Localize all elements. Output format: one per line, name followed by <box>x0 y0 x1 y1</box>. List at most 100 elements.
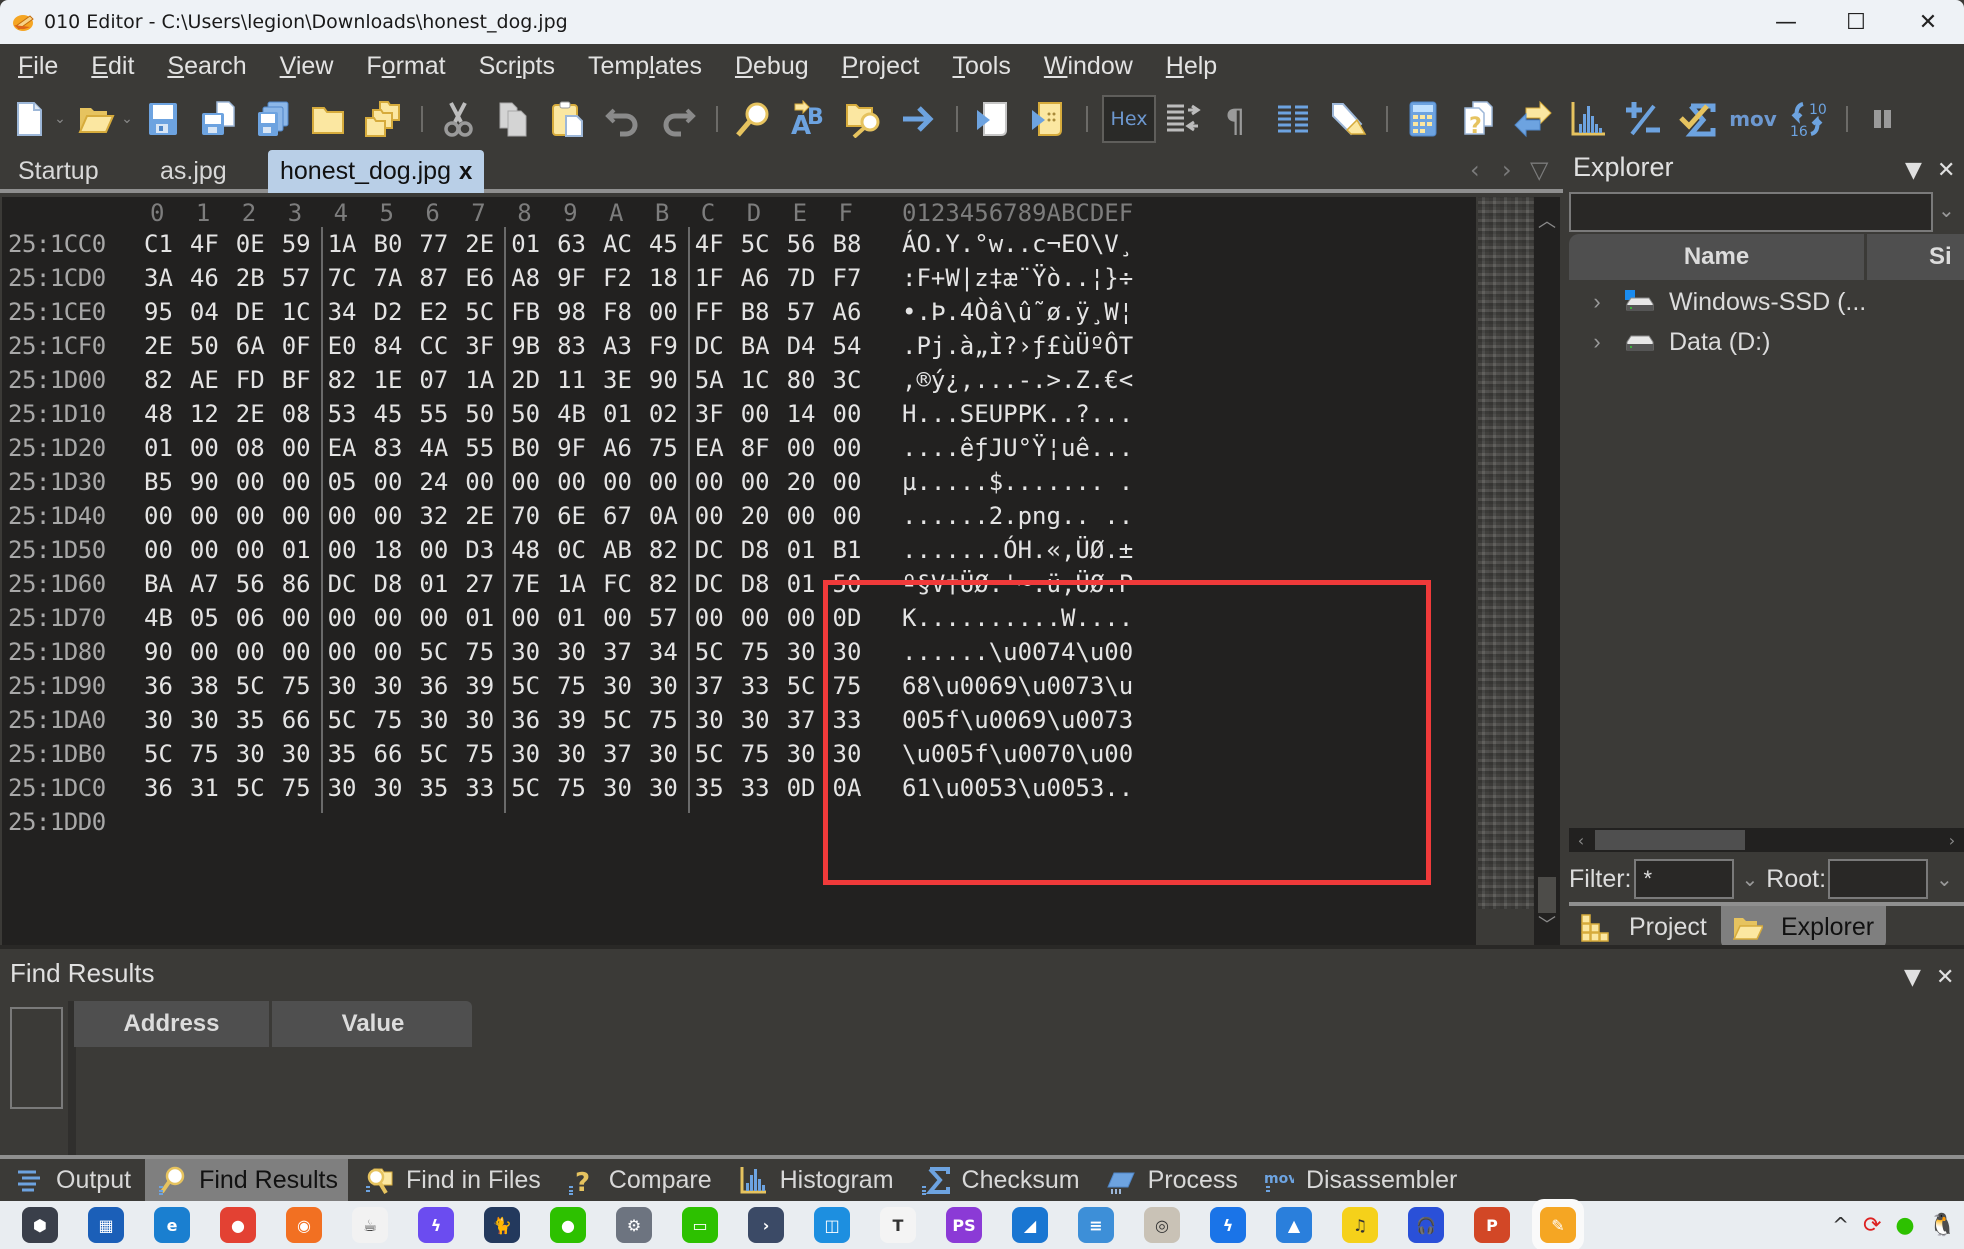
hex-byte[interactable]: 67 <box>603 499 637 533</box>
menu-file[interactable]: File <box>8 52 68 81</box>
hex-byte[interactable]: 00 <box>144 499 178 533</box>
disassembler-button[interactable]: mov <box>1729 98 1777 140</box>
hex-byte[interactable]: 06 <box>236 601 270 635</box>
hex-byte[interactable]: AB <box>603 533 637 567</box>
hex-byte[interactable]: D4 <box>787 329 821 363</box>
hex-byte[interactable]: 30 <box>282 737 316 771</box>
hex-byte[interactable]: 75 <box>465 737 499 771</box>
sync-icon[interactable]: ⟳ <box>1863 1213 1881 1238</box>
hex-byte[interactable]: 5C <box>695 635 729 669</box>
hex-byte[interactable]: 37 <box>603 635 637 669</box>
hex-byte[interactable]: 82 <box>328 363 362 397</box>
hex-byte[interactable]: 30 <box>557 737 591 771</box>
hex-byte[interactable]: 00 <box>190 533 224 567</box>
hex-byte[interactable]: EA <box>328 431 362 465</box>
hex-byte[interactable]: 90 <box>649 363 683 397</box>
ascii-text[interactable]: µ.....$....... . <box>902 465 1133 499</box>
hex-byte[interactable]: 01 <box>557 601 591 635</box>
explorer-path-input[interactable] <box>1569 192 1933 232</box>
run-script-button[interactable] <box>972 98 1014 140</box>
taskbar-vmware-workstation-icon[interactable]: ⬢ <box>20 1205 60 1245</box>
hex-byte[interactable]: 5C <box>328 703 362 737</box>
qq-tray-icon[interactable]: 🐧 <box>1929 1213 1956 1238</box>
hex-byte[interactable]: 7D <box>787 261 821 295</box>
hex-byte[interactable]: 39 <box>557 703 591 737</box>
hex-byte[interactable]: A6 <box>603 431 637 465</box>
undo-button[interactable] <box>602 98 644 140</box>
hex-byte[interactable]: 30 <box>511 737 545 771</box>
hex-byte[interactable]: 00 <box>282 431 316 465</box>
hex-byte[interactable]: 0A <box>649 499 683 533</box>
hex-byte[interactable]: 30 <box>833 635 867 669</box>
hex-byte[interactable]: 7E <box>511 567 545 601</box>
open-file-dropdown[interactable]: ⌄ <box>120 98 134 140</box>
hex-byte[interactable]: 45 <box>649 227 683 261</box>
hex-byte[interactable]: 3C <box>833 363 867 397</box>
hex-byte[interactable]: 00 <box>787 431 821 465</box>
hex-byte[interactable]: 75 <box>557 669 591 703</box>
hex-byte[interactable]: 00 <box>741 465 775 499</box>
hex-byte[interactable]: 75 <box>741 737 775 771</box>
hex-byte[interactable]: 08 <box>282 397 316 431</box>
taskbar-wireshark-icon[interactable]: ◢ <box>1010 1205 1050 1245</box>
hex-byte[interactable]: 01 <box>787 567 821 601</box>
hex-byte[interactable]: 30 <box>374 771 408 805</box>
filter-dropdown-icon[interactable]: ⌄ <box>1742 867 1759 892</box>
tree-item-data-d[interactable]: › Data (D:) <box>1569 322 1770 362</box>
menu-view[interactable]: View <box>270 52 344 81</box>
bottom-tab-compare[interactable]: ? Compare <box>555 1159 722 1201</box>
taskbar-powershell-arrow-icon[interactable]: › <box>746 1205 786 1245</box>
hex-byte[interactable]: 55 <box>465 431 499 465</box>
ascii-text[interactable]: H...SEUPPK..?... <box>902 397 1133 431</box>
hex-byte[interactable]: 6E <box>557 499 591 533</box>
hex-byte[interactable]: 30 <box>328 669 362 703</box>
expand-chevron-icon[interactable]: › <box>1577 329 1617 355</box>
hex-byte[interactable]: 46 <box>190 261 224 295</box>
wechat-tray-icon[interactable]: ● <box>1895 1213 1914 1238</box>
hex-byte[interactable]: 00 <box>328 499 362 533</box>
hex-byte[interactable]: 00 <box>695 499 729 533</box>
hex-byte[interactable]: 53 <box>328 397 362 431</box>
panel-menu-icon[interactable]: ▼ <box>1905 158 1922 183</box>
hex-byte[interactable]: 30 <box>236 737 270 771</box>
explorer-horizontal-scrollbar[interactable]: ‹ › <box>1569 828 1964 852</box>
ascii-text[interactable]: •.Þ.4Òâ\û˜ø.ÿ¸W¦ <box>902 295 1133 329</box>
menu-debug[interactable]: Debug <box>725 52 819 81</box>
bottom-tab-find-in-files[interactable]: Find in Files <box>352 1159 551 1201</box>
hex-byte[interactable]: 00 <box>190 431 224 465</box>
menu-project[interactable]: Project <box>832 52 930 81</box>
hex-byte[interactable]: 30 <box>649 771 683 805</box>
hex-byte[interactable]: 2E <box>144 329 178 363</box>
menu-edit[interactable]: Edit <box>81 52 144 81</box>
hex-byte[interactable]: 01 <box>465 601 499 635</box>
hex-byte[interactable]: 37 <box>787 703 821 737</box>
hex-byte[interactable]: 33 <box>465 771 499 805</box>
hex-byte[interactable]: A8 <box>511 261 545 295</box>
tab-next-button[interactable]: › <box>1502 150 1512 190</box>
hex-byte[interactable]: 5C <box>236 771 270 805</box>
hex-byte[interactable]: 75 <box>741 635 775 669</box>
close-window-button[interactable]: ✕ <box>1894 0 1962 44</box>
save-all-button[interactable] <box>252 98 294 140</box>
taskbar-edge-icon[interactable]: e <box>152 1205 192 1245</box>
copy-button[interactable] <box>492 98 534 140</box>
hex-byte[interactable]: 05 <box>190 601 224 635</box>
hex-byte[interactable]: 33 <box>833 703 867 737</box>
hex-byte[interactable]: 1E <box>374 363 408 397</box>
filter-input[interactable]: * <box>1633 859 1734 899</box>
hex-byte[interactable]: 83 <box>557 329 591 363</box>
menu-tools[interactable]: Tools <box>942 52 1020 81</box>
hex-byte[interactable]: 75 <box>833 669 867 703</box>
hex-byte[interactable]: 4F <box>190 227 224 261</box>
tab-startup[interactable]: Startup <box>6 150 111 193</box>
hex-byte[interactable]: 5C <box>741 227 775 261</box>
hex-byte[interactable]: 30 <box>649 737 683 771</box>
menu-help[interactable]: Help <box>1156 52 1227 81</box>
hex-byte[interactable]: 30 <box>787 635 821 669</box>
highlight-button[interactable] <box>1327 98 1369 140</box>
hex-byte[interactable]: 7C <box>328 261 362 295</box>
hex-byte[interactable]: 11 <box>557 363 591 397</box>
panel-close-icon[interactable]: ✕ <box>1937 158 1955 183</box>
paste-button[interactable] <box>547 98 589 140</box>
base-convert-button[interactable]: 10 16 <box>1787 98 1829 140</box>
